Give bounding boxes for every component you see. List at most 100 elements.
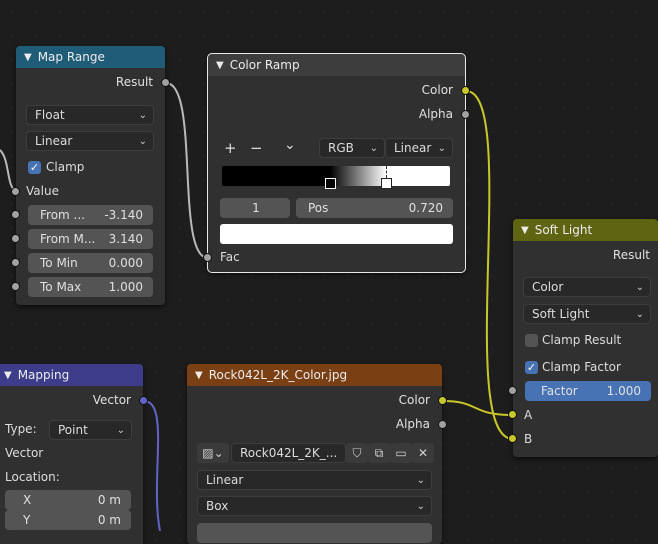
- field-label: To Min: [40, 256, 78, 270]
- color-ramp-node[interactable]: ▼ Color Ramp Color Alpha + − ⌄ RGB ⌄ Line…: [207, 53, 466, 273]
- map-range-value-socket[interactable]: [11, 187, 20, 196]
- from-min-field[interactable]: From ... -3.140: [28, 205, 153, 225]
- chevron-down-icon: ⌄: [416, 474, 425, 486]
- from-max-field[interactable]: From M... 3.140: [28, 229, 153, 249]
- folder-icon[interactable]: ▭: [390, 443, 412, 463]
- color-ramp-header[interactable]: ▼ Color Ramp: [208, 54, 465, 76]
- field-label: X: [23, 493, 32, 507]
- select-value: Linear: [394, 141, 432, 155]
- image-color-socket[interactable]: [438, 396, 447, 405]
- clamp-factor-label: Clamp Factor: [542, 360, 621, 374]
- soft-light-factor-socket[interactable]: [508, 386, 517, 395]
- mapping-vector-socket[interactable]: [139, 396, 148, 405]
- fake-user-shield-icon[interactable]: ⛉: [346, 443, 368, 463]
- collapse-chevron-icon[interactable]: ▼: [4, 370, 12, 381]
- ramp-stop-white[interactable]: [381, 178, 392, 189]
- field-label: To Max: [40, 280, 82, 294]
- soft-light-b-socket[interactable]: [508, 434, 517, 443]
- color-ramp-fac-socket[interactable]: [203, 253, 212, 262]
- active-stop-index-field[interactable]: 1: [220, 198, 290, 218]
- mapping-node[interactable]: ▼ Mapping Vector Type: Point ⌄ Vector Loc…: [0, 364, 143, 544]
- close-icon[interactable]: ✕: [412, 443, 434, 463]
- type-label: Type:: [5, 422, 37, 436]
- chevron-down-icon: ⌄: [138, 109, 147, 121]
- select-value: Point: [58, 423, 88, 437]
- vector-output: Vector: [0, 390, 143, 410]
- alpha-output: Alpha: [208, 104, 465, 124]
- location-y-field[interactable]: Y 0 m: [5, 510, 131, 530]
- map-range-result-socket[interactable]: [161, 78, 170, 87]
- field-label: Pos: [308, 201, 329, 215]
- clamp-result-label: Clamp Result: [542, 333, 622, 347]
- collapse-chevron-icon[interactable]: ▼: [216, 60, 224, 71]
- color-output: Color: [208, 80, 465, 100]
- image-texture-header[interactable]: ▼ Rock042L_2K_Color.jpg: [187, 364, 442, 386]
- interpolation-select[interactable]: Linear ⌄: [26, 131, 154, 151]
- node-title: Rock042L_2K_Color.jpg: [208, 368, 348, 382]
- stop-position-field[interactable]: Pos 0.720: [296, 198, 453, 218]
- color-ramp-alpha-socket[interactable]: [461, 110, 470, 119]
- ramp-menu-chevron-icon[interactable]: ⌄: [284, 137, 296, 153]
- projection-select[interactable]: Box ⌄: [197, 496, 432, 516]
- add-stop-icon[interactable]: +: [224, 139, 237, 157]
- image-name-field[interactable]: Rock042L_2K_...: [231, 443, 346, 463]
- link-map-range-to-color-ramp: [165, 82, 209, 259]
- color-mode-select[interactable]: RGB ⌄: [319, 138, 385, 158]
- chevron-down-icon: ⌄: [416, 500, 425, 512]
- ramp-stop-black[interactable]: [325, 178, 336, 189]
- socket-label: Result: [115, 75, 153, 89]
- link-mapping-vector: [143, 400, 161, 531]
- field-label: Factor: [541, 384, 578, 398]
- clamp-factor-checkbox[interactable]: ✓: [525, 361, 538, 374]
- select-value: Rock042L_2K_...: [240, 446, 338, 460]
- clamp-checkbox[interactable]: ✓: [28, 161, 41, 174]
- color-ramp-gradient[interactable]: [222, 166, 450, 186]
- to-min-field[interactable]: To Min 0.000: [28, 253, 153, 273]
- link-offscreen-to-value: [0, 149, 17, 193]
- collapse-chevron-icon[interactable]: ▼: [24, 52, 32, 63]
- node-title: Mapping: [17, 368, 70, 382]
- blend-mode-select[interactable]: Soft Light ⌄: [523, 304, 651, 324]
- result-output: Result: [513, 245, 658, 265]
- collapse-chevron-icon[interactable]: ▼: [521, 225, 529, 236]
- clamp-result-checkbox[interactable]: [525, 334, 538, 347]
- location-x-field[interactable]: X 0 m: [5, 490, 131, 510]
- node-title: Soft Light: [534, 223, 593, 237]
- soft-light-a-socket[interactable]: [508, 410, 517, 419]
- ramp-interpolation-select[interactable]: Linear ⌄: [385, 138, 453, 158]
- field-value: 3.140: [108, 232, 143, 246]
- mapping-type-select[interactable]: Point ⌄: [49, 420, 132, 440]
- chevron-down-icon: ⌄: [635, 281, 644, 293]
- color-ramp-color-socket[interactable]: [461, 86, 470, 95]
- clamp-label: Clamp: [46, 160, 85, 174]
- stop-color-swatch[interactable]: [220, 224, 453, 244]
- blend-field-partial[interactable]: [197, 523, 432, 543]
- image-interpolation-select[interactable]: Linear ⌄: [197, 470, 432, 490]
- data-type-select[interactable]: Color ⌄: [523, 277, 651, 297]
- image-texture-node[interactable]: ▼ Rock042L_2K_Color.jpg Color Alpha ▨⌄ R…: [187, 364, 442, 544]
- collapse-chevron-icon[interactable]: ▼: [195, 370, 203, 381]
- mapping-header[interactable]: ▼ Mapping: [0, 364, 143, 386]
- select-value: RGB: [328, 141, 354, 155]
- select-value: Linear: [206, 473, 244, 487]
- field-value: 1: [252, 201, 260, 215]
- remove-stop-icon[interactable]: −: [250, 139, 263, 157]
- factor-field[interactable]: Factor 1.000: [525, 381, 651, 401]
- map-range-node[interactable]: ▼ Map Range Result Float ⌄ Linear ⌄ ✓ Clam…: [16, 46, 165, 305]
- field-value: 0.720: [408, 201, 443, 215]
- select-value: Soft Light: [532, 307, 590, 321]
- image-browse-icon[interactable]: ▨⌄: [197, 443, 229, 463]
- to-max-socket[interactable]: [11, 282, 20, 291]
- chevron-down-icon: ⌄: [635, 308, 644, 320]
- duplicate-icon[interactable]: ⧉: [368, 443, 390, 463]
- to-min-socket[interactable]: [11, 258, 20, 267]
- from-max-socket[interactable]: [11, 234, 20, 243]
- map-range-header[interactable]: ▼ Map Range: [16, 46, 165, 68]
- data-type-select[interactable]: Float ⌄: [26, 105, 154, 125]
- to-max-field[interactable]: To Max 1.000: [28, 277, 153, 297]
- soft-light-header[interactable]: ▼ Soft Light: [513, 219, 658, 241]
- image-alpha-socket[interactable]: [438, 420, 447, 429]
- from-min-socket[interactable]: [11, 210, 20, 219]
- soft-light-node[interactable]: ▼ Soft Light Result Color ⌄ Soft Light ⌄ C…: [513, 219, 658, 457]
- chevron-down-icon: ⌄: [437, 142, 446, 154]
